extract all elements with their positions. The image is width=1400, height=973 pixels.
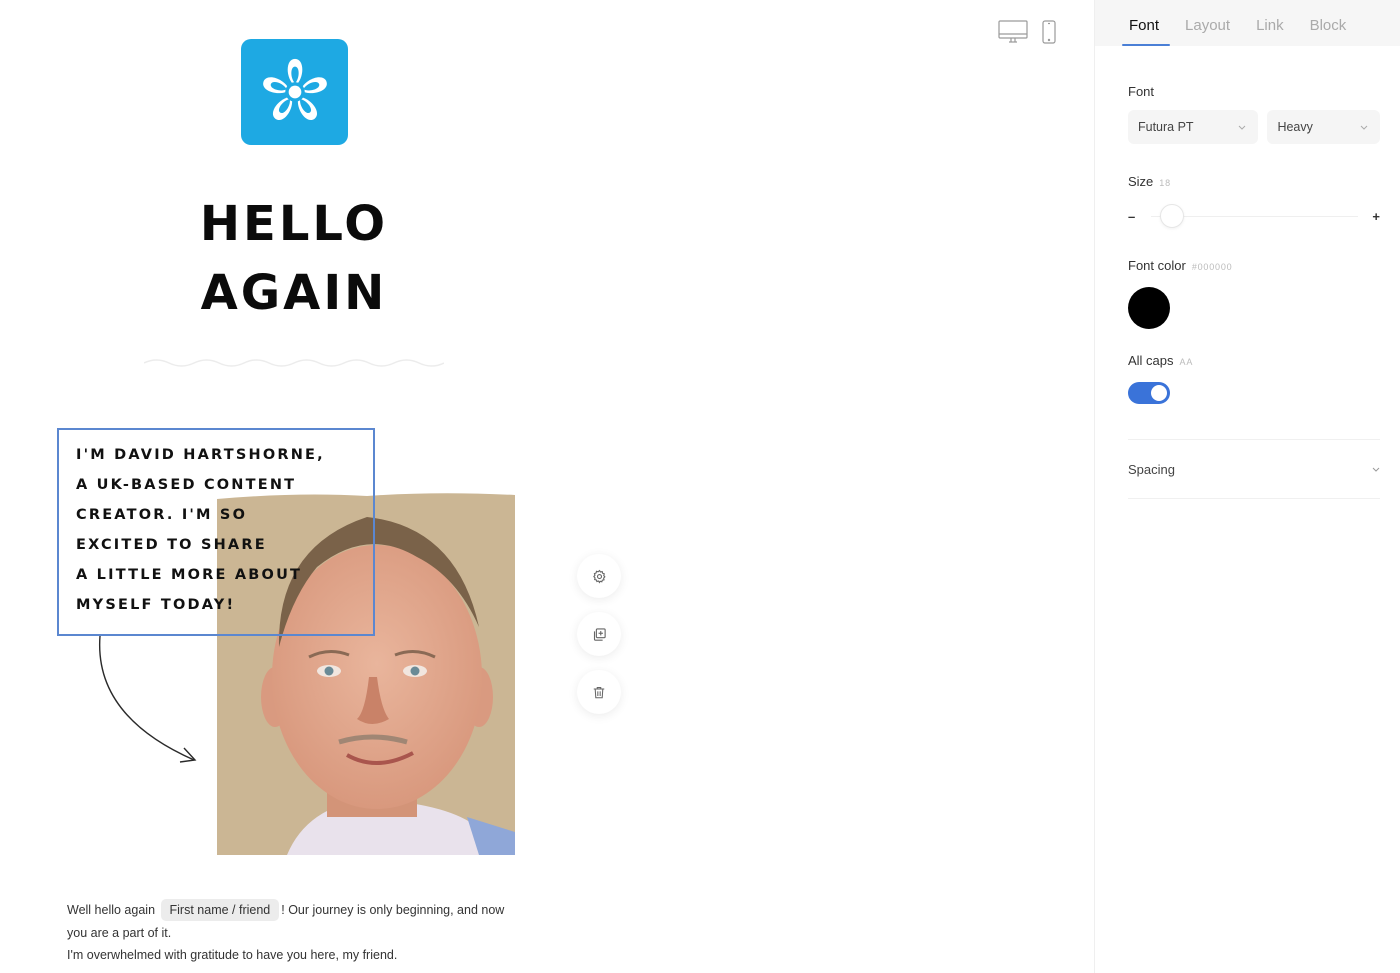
font-weight-value: Heavy xyxy=(1277,120,1313,134)
font-color-swatch[interactable] xyxy=(1128,287,1170,329)
settings-panel: Font Layout Link Block Font Futura PT He… xyxy=(1094,0,1400,973)
chevron-down-icon xyxy=(1239,125,1246,130)
tab-layout[interactable]: Layout xyxy=(1185,17,1230,46)
flower-icon xyxy=(262,58,327,121)
intro-text-line: I'M DAVID HARTSHORNE, xyxy=(76,447,325,463)
size-slider-thumb[interactable] xyxy=(1159,203,1184,228)
intro-text-line: EXCITED TO SHARE xyxy=(76,537,267,553)
all-caps-label: All caps AA xyxy=(1128,353,1380,368)
merge-tag-first-name[interactable]: First name / friend xyxy=(160,899,280,921)
wave-divider xyxy=(144,359,444,367)
font-family-value: Futura PT xyxy=(1138,120,1194,134)
headline-line: HELLO xyxy=(199,196,389,252)
chevron-down-icon xyxy=(1360,125,1368,130)
mobile-icon[interactable] xyxy=(1042,20,1056,49)
trash-icon xyxy=(593,686,605,698)
size-label-text: Size xyxy=(1128,174,1154,189)
intro-text-line: CREATOR. I'M SO xyxy=(76,507,248,523)
block-toolbar xyxy=(577,554,621,728)
desktop-icon[interactable] xyxy=(998,20,1028,49)
device-toggle xyxy=(998,20,1056,49)
curved-arrow xyxy=(98,636,197,763)
size-label: Size 18 xyxy=(1128,174,1380,189)
font-color-value: #000000 xyxy=(1191,262,1233,272)
size-decrease-button[interactable]: – xyxy=(1128,209,1135,224)
brand-logo[interactable] xyxy=(241,39,348,145)
intro-text-line: A LITTLE MORE ABOUT xyxy=(76,567,303,583)
size-slider[interactable] xyxy=(1151,203,1359,228)
font-label: Font xyxy=(1128,84,1380,99)
font-color-label: Font color #000000 xyxy=(1128,258,1380,273)
all-caps-label-text: All caps xyxy=(1128,353,1174,368)
headline-line: AGAIN xyxy=(200,265,388,321)
font-color-label-text: Font color xyxy=(1128,258,1186,273)
intro-text-line: MYSELF TODAY! xyxy=(76,597,236,613)
body-paragraph[interactable]: Well hello again First name / friend! Ou… xyxy=(67,899,527,967)
spacing-label: Spacing xyxy=(1128,461,1175,477)
font-label-text: Font xyxy=(1128,84,1155,99)
headline[interactable]: HELLO AGAIN xyxy=(144,190,444,328)
duplicate-icon xyxy=(593,627,606,641)
delete-block-button[interactable] xyxy=(577,670,621,714)
chevron-down-icon xyxy=(1372,467,1380,472)
all-caps-toggle[interactable] xyxy=(1128,382,1170,404)
spacing-section-header[interactable]: Spacing xyxy=(1128,440,1380,498)
panel-tabs: Font Layout Link Block xyxy=(1095,0,1400,46)
block-settings-button[interactable] xyxy=(577,554,621,598)
body-text-start: Well hello again xyxy=(67,903,156,917)
size-slider-row: – + xyxy=(1128,203,1380,228)
body-text-line2: I'm overwhelmed with gratitude to have y… xyxy=(67,948,398,962)
font-weight-select[interactable]: Heavy xyxy=(1267,110,1380,144)
gear-icon xyxy=(592,569,606,583)
tab-link[interactable]: Link xyxy=(1256,17,1284,46)
email-canvas: HELLO AGAIN I'M DAVID HARTSHORNE, A UK-B… xyxy=(0,0,1094,973)
tab-font[interactable]: Font xyxy=(1121,17,1171,46)
intro-text-line: A UK-BASED CONTENT xyxy=(76,477,297,493)
section-divider xyxy=(1128,498,1380,499)
all-caps-hint: AA xyxy=(1179,357,1194,367)
font-family-select[interactable]: Futura PT xyxy=(1128,110,1259,144)
size-value: 18 xyxy=(1159,178,1171,188)
size-increase-button[interactable]: + xyxy=(1372,209,1380,224)
tab-block[interactable]: Block xyxy=(1310,17,1347,46)
duplicate-block-button[interactable] xyxy=(577,612,621,656)
